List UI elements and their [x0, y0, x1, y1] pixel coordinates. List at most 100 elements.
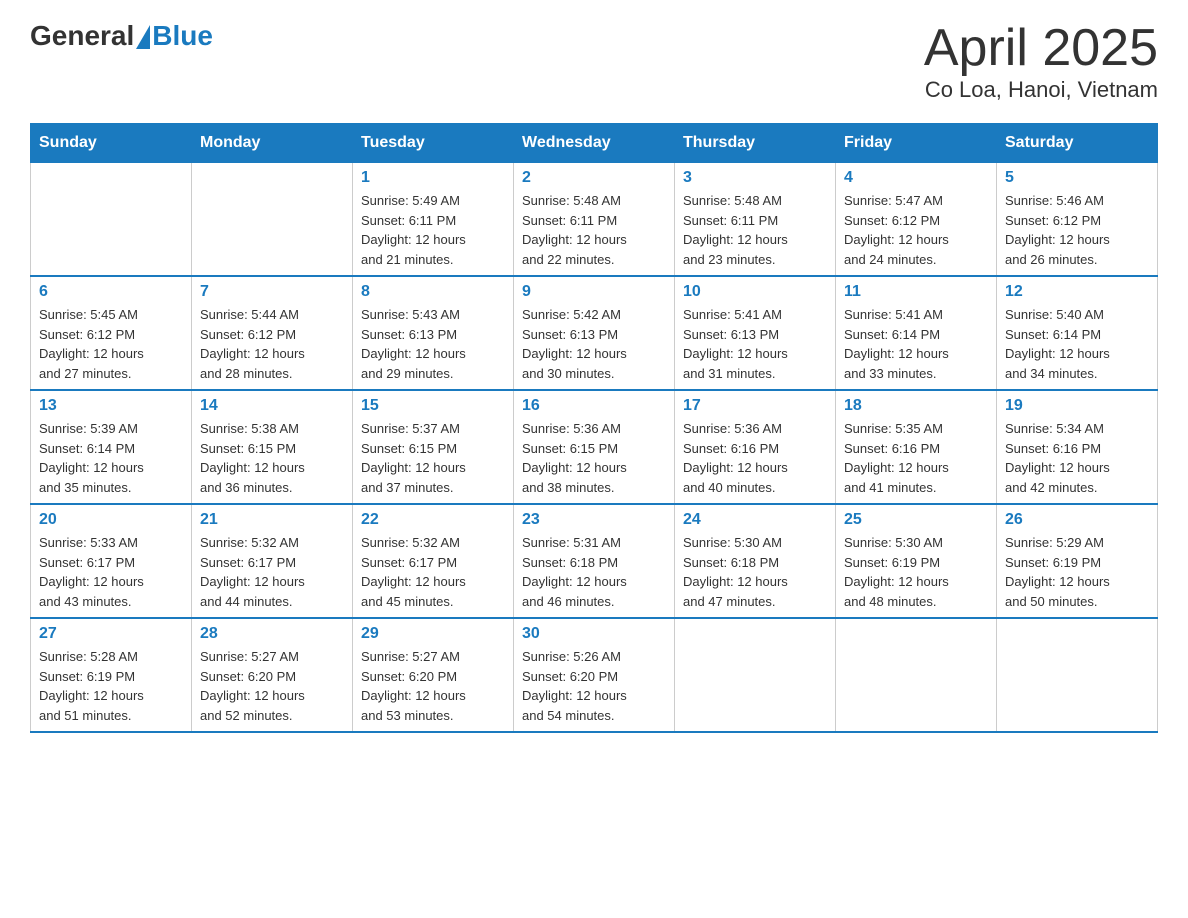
calendar-cell: 29 Sunrise: 5:27 AM Sunset: 6:20 PM Dayli…: [353, 618, 514, 732]
day-number: 4: [844, 169, 988, 187]
title-block: April 2025 Co Loa, Hanoi, Vietnam: [924, 20, 1158, 103]
calendar-cell: 23Sunrise: 5:31 AM Sunset: 6:18 PM Dayli…: [514, 504, 675, 618]
day-info: Sunrise: 5:44 AM Sunset: 6:12 PM Dayligh…: [200, 305, 344, 383]
logo: General Blue: [30, 20, 213, 52]
day-info: Sunrise: 5:34 AM Sunset: 6:16 PM Dayligh…: [1005, 419, 1149, 497]
day-number: 21: [200, 511, 344, 529]
day-info: Sunrise: 5:48 AM Sunset: 6:11 PM Dayligh…: [683, 191, 827, 269]
calendar-cell: 2 Sunrise: 5:48 AM Sunset: 6:11 PM Daylig…: [514, 163, 675, 277]
weekday-row: SundayMondayTuesdayWednesdayThursdayFrid…: [31, 124, 1158, 163]
day-info: Sunrise: 5:35 AM Sunset: 6:16 PM Dayligh…: [844, 419, 988, 497]
calendar-cell: [31, 163, 192, 277]
calendar-cell: 13 Sunrise: 5:39 AM Sunset: 6:14 PM Dayli…: [31, 390, 192, 504]
calendar-cell: 24Sunrise: 5:30 AM Sunset: 6:18 PM Dayli…: [675, 504, 836, 618]
calendar-week-4: 20Sunrise: 5:33 AM Sunset: 6:17 PM Dayli…: [31, 504, 1158, 618]
logo-triangle-icon: [136, 25, 150, 49]
calendar-cell: 30 Sunrise: 5:26 AM Sunset: 6:20 PM Dayli…: [514, 618, 675, 732]
day-info: Sunrise: 5:26 AM Sunset: 6:20 PM Dayligh…: [522, 647, 666, 725]
day-number: 2: [522, 169, 666, 187]
day-number: 19: [1005, 397, 1149, 415]
day-info: Sunrise: 5:46 AM Sunset: 6:12 PM Dayligh…: [1005, 191, 1149, 269]
day-number: 14: [200, 397, 344, 415]
calendar-cell: 8 Sunrise: 5:43 AM Sunset: 6:13 PM Daylig…: [353, 276, 514, 390]
day-number: 23: [522, 511, 666, 529]
day-info: Sunrise: 5:32 AM Sunset: 6:17 PM Dayligh…: [361, 533, 505, 611]
calendar-cell: 16 Sunrise: 5:36 AM Sunset: 6:15 PM Dayli…: [514, 390, 675, 504]
weekday-header-thursday: Thursday: [675, 124, 836, 163]
day-number: 17: [683, 397, 827, 415]
day-number: 30: [522, 625, 666, 643]
day-number: 13: [39, 397, 183, 415]
calendar-cell: 6Sunrise: 5:45 AM Sunset: 6:12 PM Daylig…: [31, 276, 192, 390]
calendar-cell: 25 Sunrise: 5:30 AM Sunset: 6:19 PM Dayli…: [836, 504, 997, 618]
calendar-table: SundayMondayTuesdayWednesdayThursdayFrid…: [30, 123, 1158, 733]
calendar-week-5: 27 Sunrise: 5:28 AM Sunset: 6:19 PM Dayli…: [31, 618, 1158, 732]
calendar-cell: 22Sunrise: 5:32 AM Sunset: 6:17 PM Dayli…: [353, 504, 514, 618]
calendar-cell: 14 Sunrise: 5:38 AM Sunset: 6:15 PM Dayli…: [192, 390, 353, 504]
day-number: 10: [683, 283, 827, 301]
day-info: Sunrise: 5:42 AM Sunset: 6:13 PM Dayligh…: [522, 305, 666, 383]
weekday-header-monday: Monday: [192, 124, 353, 163]
calendar-cell: 17 Sunrise: 5:36 AM Sunset: 6:16 PM Dayli…: [675, 390, 836, 504]
day-info: Sunrise: 5:45 AM Sunset: 6:12 PM Dayligh…: [39, 305, 183, 383]
weekday-header-sunday: Sunday: [31, 124, 192, 163]
calendar-cell: 21 Sunrise: 5:32 AM Sunset: 6:17 PM Dayli…: [192, 504, 353, 618]
day-number: 29: [361, 625, 505, 643]
day-info: Sunrise: 5:49 AM Sunset: 6:11 PM Dayligh…: [361, 191, 505, 269]
weekday-header-tuesday: Tuesday: [353, 124, 514, 163]
day-info: Sunrise: 5:43 AM Sunset: 6:13 PM Dayligh…: [361, 305, 505, 383]
calendar-cell: 26 Sunrise: 5:29 AM Sunset: 6:19 PM Dayli…: [997, 504, 1158, 618]
day-info: Sunrise: 5:48 AM Sunset: 6:11 PM Dayligh…: [522, 191, 666, 269]
weekday-header-saturday: Saturday: [997, 124, 1158, 163]
day-number: 16: [522, 397, 666, 415]
day-info: Sunrise: 5:40 AM Sunset: 6:14 PM Dayligh…: [1005, 305, 1149, 383]
calendar-cell: 12 Sunrise: 5:40 AM Sunset: 6:14 PM Dayli…: [997, 276, 1158, 390]
calendar-cell: 1 Sunrise: 5:49 AM Sunset: 6:11 PM Daylig…: [353, 163, 514, 277]
calendar-header: SundayMondayTuesdayWednesdayThursdayFrid…: [31, 124, 1158, 163]
weekday-header-wednesday: Wednesday: [514, 124, 675, 163]
day-number: 25: [844, 511, 988, 529]
day-number: 11: [844, 283, 988, 301]
day-number: 7: [200, 283, 344, 301]
day-info: Sunrise: 5:30 AM Sunset: 6:18 PM Dayligh…: [683, 533, 827, 611]
day-info: Sunrise: 5:36 AM Sunset: 6:15 PM Dayligh…: [522, 419, 666, 497]
calendar-body: 1 Sunrise: 5:49 AM Sunset: 6:11 PM Daylig…: [31, 163, 1158, 733]
day-info: Sunrise: 5:37 AM Sunset: 6:15 PM Dayligh…: [361, 419, 505, 497]
page-subtitle: Co Loa, Hanoi, Vietnam: [924, 77, 1158, 103]
page-title: April 2025: [924, 20, 1158, 77]
calendar-cell: 10 Sunrise: 5:41 AM Sunset: 6:13 PM Dayli…: [675, 276, 836, 390]
day-number: 8: [361, 283, 505, 301]
day-number: 20: [39, 511, 183, 529]
day-info: Sunrise: 5:36 AM Sunset: 6:16 PM Dayligh…: [683, 419, 827, 497]
day-info: Sunrise: 5:27 AM Sunset: 6:20 PM Dayligh…: [200, 647, 344, 725]
day-info: Sunrise: 5:30 AM Sunset: 6:19 PM Dayligh…: [844, 533, 988, 611]
day-info: Sunrise: 5:38 AM Sunset: 6:15 PM Dayligh…: [200, 419, 344, 497]
day-number: 26: [1005, 511, 1149, 529]
calendar-cell: 5Sunrise: 5:46 AM Sunset: 6:12 PM Daylig…: [997, 163, 1158, 277]
calendar-cell: 20Sunrise: 5:33 AM Sunset: 6:17 PM Dayli…: [31, 504, 192, 618]
calendar-cell: 7 Sunrise: 5:44 AM Sunset: 6:12 PM Daylig…: [192, 276, 353, 390]
logo-text-general: General: [30, 20, 134, 52]
day-info: Sunrise: 5:41 AM Sunset: 6:14 PM Dayligh…: [844, 305, 988, 383]
calendar-cell: 3 Sunrise: 5:48 AM Sunset: 6:11 PM Daylig…: [675, 163, 836, 277]
day-info: Sunrise: 5:28 AM Sunset: 6:19 PM Dayligh…: [39, 647, 183, 725]
day-info: Sunrise: 5:39 AM Sunset: 6:14 PM Dayligh…: [39, 419, 183, 497]
page-header: General Blue April 2025 Co Loa, Hanoi, V…: [30, 20, 1158, 103]
calendar-cell: 9 Sunrise: 5:42 AM Sunset: 6:13 PM Daylig…: [514, 276, 675, 390]
day-number: 28: [200, 625, 344, 643]
day-number: 9: [522, 283, 666, 301]
day-number: 1: [361, 169, 505, 187]
calendar-cell: [997, 618, 1158, 732]
calendar-cell: 27 Sunrise: 5:28 AM Sunset: 6:19 PM Dayli…: [31, 618, 192, 732]
day-info: Sunrise: 5:41 AM Sunset: 6:13 PM Dayligh…: [683, 305, 827, 383]
calendar-week-3: 13 Sunrise: 5:39 AM Sunset: 6:14 PM Dayli…: [31, 390, 1158, 504]
day-info: Sunrise: 5:27 AM Sunset: 6:20 PM Dayligh…: [361, 647, 505, 725]
day-number: 3: [683, 169, 827, 187]
day-number: 18: [844, 397, 988, 415]
day-number: 27: [39, 625, 183, 643]
logo-text-blue: Blue: [152, 20, 213, 52]
day-info: Sunrise: 5:32 AM Sunset: 6:17 PM Dayligh…: [200, 533, 344, 611]
day-info: Sunrise: 5:29 AM Sunset: 6:19 PM Dayligh…: [1005, 533, 1149, 611]
day-number: 15: [361, 397, 505, 415]
day-number: 12: [1005, 283, 1149, 301]
